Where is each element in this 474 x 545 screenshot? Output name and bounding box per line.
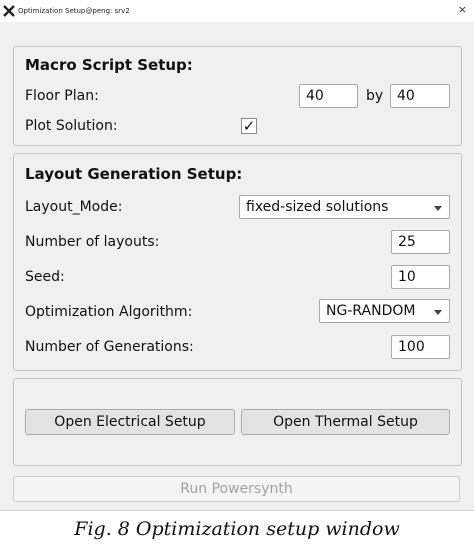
floor-plan-width-input[interactable]: 40 (299, 84, 358, 108)
optimization-setup-window: Optimization Setup@peng: srv2 × Macro Sc… (0, 0, 474, 511)
open-electrical-setup-button[interactable]: Open Electrical Setup (25, 409, 235, 435)
chevron-down-icon (434, 310, 442, 315)
macro-script-group: Macro Script Setup: Floor Plan: 40 by 40… (13, 46, 462, 146)
floor-plan-label: Floor Plan: (25, 88, 99, 104)
x-app-icon (3, 5, 15, 17)
plot-solution-checkbox[interactable]: ✓ (241, 118, 257, 134)
layout-generation-group: Layout Generation Setup: Layout_Mode: fi… (13, 153, 462, 371)
chevron-down-icon (434, 206, 442, 211)
seed-input[interactable]: 10 (391, 265, 450, 289)
num-layouts-input[interactable]: 25 (391, 230, 450, 254)
macro-script-title: Macro Script Setup: (25, 56, 193, 74)
algorithm-label: Optimization Algorithm: (25, 304, 193, 320)
figure-caption: Fig. 8 Optimization setup window (74, 518, 400, 540)
run-powersynth-button[interactable]: Run Powersynth (13, 476, 460, 502)
open-thermal-setup-button[interactable]: Open Thermal Setup (241, 409, 450, 435)
close-icon[interactable]: × (458, 3, 467, 16)
layout-mode-label: Layout_Mode: (25, 199, 123, 215)
algorithm-value: NG-RANDOM (326, 303, 416, 319)
layout-mode-select[interactable]: fixed-sized solutions (239, 195, 450, 219)
layout-generation-title: Layout Generation Setup: (25, 165, 243, 183)
seed-label: Seed: (25, 269, 65, 285)
layout-mode-value: fixed-sized solutions (246, 199, 389, 215)
algorithm-select[interactable]: NG-RANDOM (319, 299, 450, 323)
floor-plan-height-input[interactable]: 40 (390, 84, 450, 108)
num-layouts-label: Number of layouts: (25, 234, 160, 250)
title-bar: Optimization Setup@peng: srv2 × (0, 0, 474, 22)
window-title: Optimization Setup@peng: srv2 (18, 7, 130, 15)
by-label: by (366, 88, 384, 104)
generations-input[interactable]: 100 (391, 335, 450, 359)
generations-label: Number of Generations: (25, 339, 194, 355)
plot-solution-label: Plot Solution: (25, 118, 118, 134)
setup-buttons-group: Open Electrical Setup Open Thermal Setup (13, 378, 462, 466)
